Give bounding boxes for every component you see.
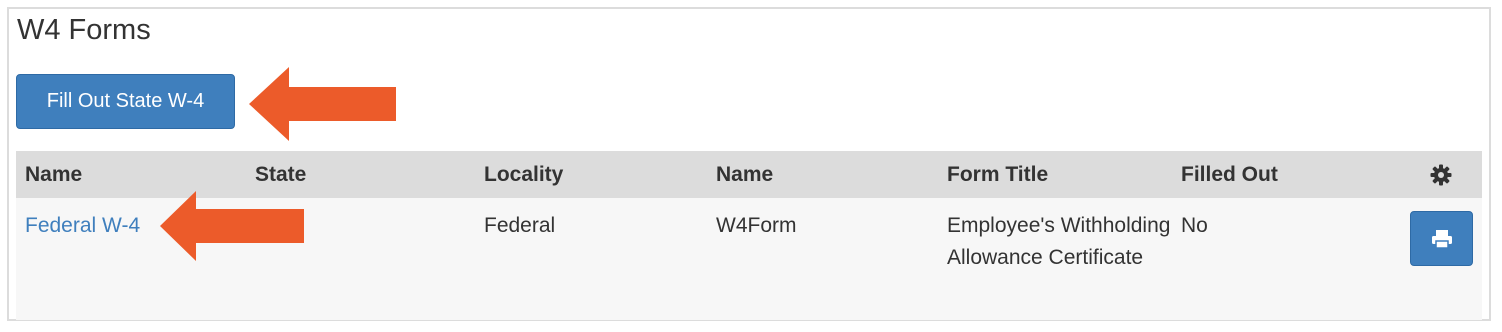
column-header-filled-out[interactable]: Filled Out — [1181, 163, 1278, 187]
annotation-arrow-icon — [249, 67, 396, 141]
page-title: W4 Forms — [17, 14, 151, 46]
print-icon — [1431, 229, 1452, 249]
cell-form-title: Employee's Withholding Allowance Certifi… — [947, 214, 1171, 269]
annotation-arrow-icon — [160, 191, 304, 261]
column-header-locality[interactable]: Locality — [484, 163, 563, 187]
federal-w4-link[interactable]: Federal W-4 — [25, 210, 140, 242]
fill-out-state-w4-button[interactable]: Fill Out State W-4 — [16, 74, 235, 129]
cell-filled-out: No — [1181, 214, 1208, 237]
gear-icon[interactable] — [1429, 163, 1453, 187]
w4-forms-panel: W4 Forms Fill Out State W-4 Name State L… — [7, 7, 1491, 321]
column-header-name[interactable]: Name — [25, 163, 82, 187]
column-header-form-title[interactable]: Form Title — [947, 163, 1048, 187]
cell-form-name: W4Form — [716, 214, 797, 237]
column-header-state[interactable]: State — [255, 163, 306, 187]
print-button[interactable] — [1410, 211, 1473, 266]
cell-locality: Federal — [484, 214, 556, 237]
column-header-form-name[interactable]: Name — [716, 163, 773, 187]
